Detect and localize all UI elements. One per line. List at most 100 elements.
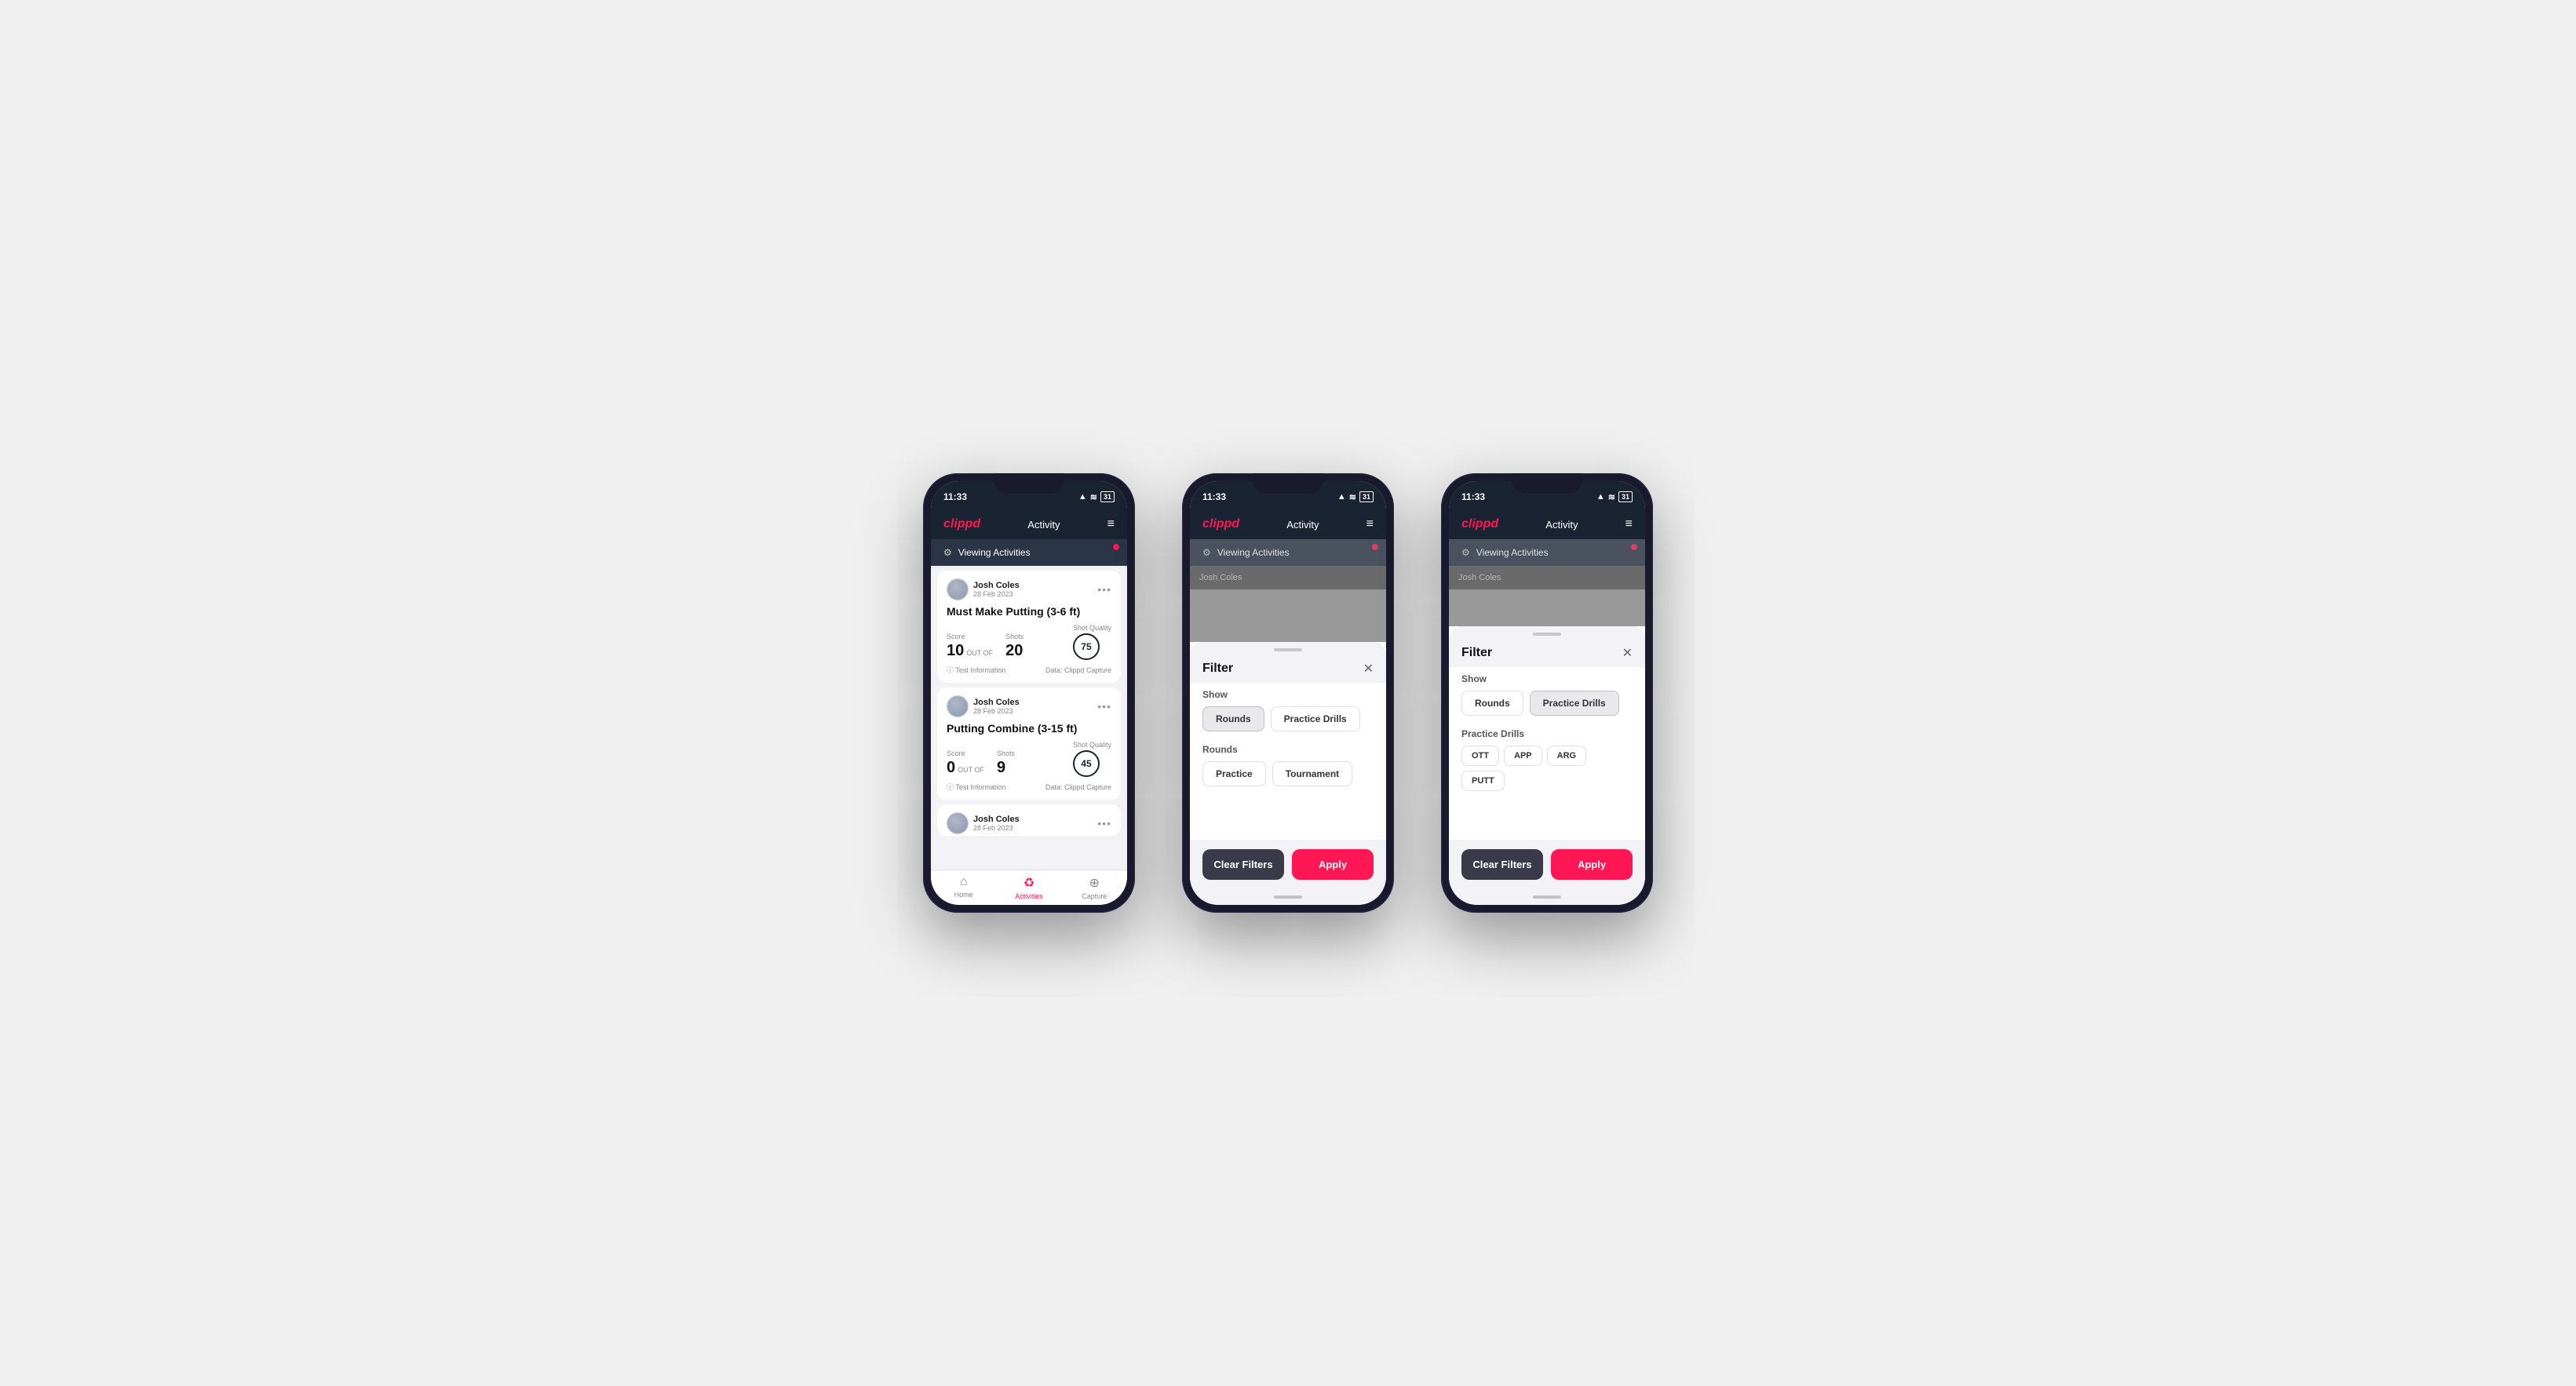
wifi-icon-3: ≋ — [1608, 492, 1615, 502]
signal-icon: ▲ — [1078, 492, 1087, 502]
sheet-header: Filter ✕ — [1190, 651, 1386, 683]
nav-bar-3: clippd Activity ≡ — [1449, 509, 1645, 539]
filter-footer: Clear Filters Apply — [1190, 840, 1386, 889]
arg-pill[interactable]: ARG — [1547, 746, 1586, 766]
outof-text-2: OUT OF — [958, 766, 984, 774]
menu-icon[interactable]: ≡ — [1107, 517, 1115, 531]
apply-button-3[interactable]: Apply — [1551, 849, 1633, 880]
filter-sheet: Filter ✕ Show Rounds Practice Drills Rou… — [1190, 642, 1386, 889]
activities-label: Activities — [1015, 892, 1043, 900]
battery-icon: 31 — [1100, 491, 1115, 502]
dimmed-background-3: ⚙ Viewing Activities Josh Coles — [1449, 539, 1645, 626]
card-stats: Score 10 OUT OF Shots 20 — [947, 624, 1111, 660]
shots-value-2: 9 — [997, 759, 1015, 777]
score-value: 10 — [947, 642, 964, 660]
close-button-3[interactable]: ✕ — [1622, 645, 1633, 661]
status-icons: ▲ ≋ 31 — [1078, 491, 1115, 502]
sheet-header-3: Filter ✕ — [1449, 636, 1645, 667]
score-label: Score — [947, 633, 993, 640]
practice-toggle[interactable]: Practice — [1202, 761, 1266, 786]
more-options-icon-2[interactable]: ••• — [1097, 700, 1111, 713]
score-value-2: 0 — [947, 759, 955, 777]
practice-drills-section-label: Practice Drills — [1461, 728, 1633, 739]
signal-icon-3: ▲ — [1596, 492, 1605, 502]
status-time-2: 11:33 — [1202, 491, 1226, 502]
app-pill[interactable]: APP — [1504, 746, 1542, 766]
practice-drills-toggle[interactable]: Practice Drills — [1271, 706, 1360, 731]
activity-card-2: Josh Coles 28 Feb 2023 ••• Putting Combi… — [937, 688, 1121, 800]
viewing-bar-text: Viewing Activities — [958, 547, 1031, 558]
user-name-2: Josh Coles — [973, 698, 1020, 707]
more-options-icon[interactable]: ••• — [1097, 583, 1111, 596]
show-label-3: Show — [1461, 673, 1633, 684]
viewing-bar[interactable]: ⚙ Viewing Activities — [931, 539, 1127, 566]
activities-icon: ♻ — [1023, 875, 1034, 891]
activity-title: Must Make Putting (3-6 ft) — [947, 605, 1111, 618]
bottom-nav: ⌂ Home ♻ Activities ⊕ Capture — [931, 870, 1127, 905]
nav-bar-2: clippd Activity ≡ — [1190, 509, 1386, 539]
page-title: Activity — [1027, 519, 1060, 531]
show-label: Show — [1202, 689, 1374, 700]
status-time-3: 11:33 — [1461, 491, 1485, 502]
rounds-toggle[interactable]: Rounds — [1202, 706, 1264, 731]
home-icon: ⌂ — [960, 875, 968, 889]
activity-feed: Josh Coles 28 Feb 2023 ••• Must Make Put… — [931, 566, 1127, 870]
clear-filters-button-3[interactable]: Clear Filters — [1461, 849, 1543, 880]
nav-bar: clippd Activity ≡ — [931, 509, 1127, 539]
rounds-toggle-3[interactable]: Rounds — [1461, 691, 1523, 716]
nav-item-activities[interactable]: ♻ Activities — [996, 875, 1061, 900]
battery-icon-3: 31 — [1618, 491, 1633, 502]
putt-pill[interactable]: PUTT — [1461, 771, 1505, 791]
notification-dot — [1113, 544, 1119, 550]
rounds-label: Rounds — [1202, 744, 1374, 755]
capture-icon: ⊕ — [1089, 875, 1100, 891]
filter-title-3: Filter — [1461, 646, 1492, 660]
wifi-icon-2: ≋ — [1349, 492, 1356, 502]
info-label-2: ⓘ Test Information — [947, 782, 1005, 792]
ott-pill[interactable]: OTT — [1461, 746, 1499, 766]
card-user: Josh Coles 28 Feb 2023 — [947, 578, 1020, 600]
more-options-icon-3[interactable]: ••• — [1097, 817, 1111, 830]
page-title-3: Activity — [1545, 519, 1578, 531]
nav-item-capture[interactable]: ⊕ Capture — [1062, 875, 1127, 900]
nav-item-home[interactable]: ⌂ Home — [931, 875, 996, 900]
notch — [994, 473, 1064, 494]
shot-quality-label: Shot Quality — [1073, 624, 1111, 632]
filter-sheet-3: Filter ✕ Show Rounds Practice Drills Pra… — [1449, 626, 1645, 889]
user-name: Josh Coles — [973, 581, 1020, 590]
practice-drills-toggle-3[interactable]: Practice Drills — [1530, 691, 1619, 716]
card-footer: ⓘ Test Information Data: Clippd Capture — [947, 665, 1111, 675]
apply-button[interactable]: Apply — [1292, 849, 1374, 880]
card-user-2: Josh Coles 28 Feb 2023 — [947, 695, 1020, 717]
data-label-2: Data: Clippd Capture — [1045, 783, 1111, 791]
menu-icon-2[interactable]: ≡ — [1366, 517, 1374, 531]
shots-label: Shots — [1005, 633, 1023, 640]
status-icons-2: ▲ ≋ 31 — [1337, 491, 1374, 502]
filter-icon: ⚙ — [943, 547, 952, 558]
activity-card-3: Josh Coles 28 Feb 2023 ••• — [937, 804, 1121, 836]
outof-text: OUT OF — [966, 649, 993, 657]
menu-icon-3[interactable]: ≡ — [1626, 517, 1633, 531]
close-button[interactable]: ✕ — [1363, 661, 1374, 677]
show-toggle-group: Rounds Practice Drills — [1202, 706, 1374, 731]
shot-quality-badge: 75 — [1073, 633, 1100, 660]
filter-title: Filter — [1202, 662, 1233, 676]
signal-icon-2: ▲ — [1337, 492, 1346, 502]
battery-icon-2: 31 — [1359, 491, 1374, 502]
filter-body: Show Rounds Practice Drills Rounds Pract… — [1190, 683, 1386, 808]
phones-container: 11:33 ▲ ≋ 31 clippd Activity ≡ ⚙ — [923, 473, 1653, 913]
data-label: Data: Clippd Capture — [1045, 666, 1111, 674]
user-date: 28 Feb 2023 — [973, 590, 1020, 598]
tournament-toggle[interactable]: Tournament — [1272, 761, 1352, 786]
clear-filters-button[interactable]: Clear Filters — [1202, 849, 1284, 880]
rounds-toggle-group: Practice Tournament — [1202, 761, 1374, 786]
avatar — [947, 578, 969, 600]
phone-1: 11:33 ▲ ≋ 31 clippd Activity ≡ ⚙ — [923, 473, 1135, 913]
user-date-3: 28 Feb 2023 — [973, 824, 1020, 832]
card-footer-2: ⓘ Test Information Data: Clippd Capture — [947, 782, 1111, 792]
score-label-2: Score — [947, 750, 984, 757]
activity-title-2: Putting Combine (3-15 ft) — [947, 722, 1111, 735]
app-logo-3: clippd — [1461, 517, 1498, 531]
user-name-3: Josh Coles — [973, 815, 1020, 824]
shots-label-2: Shots — [997, 750, 1015, 757]
